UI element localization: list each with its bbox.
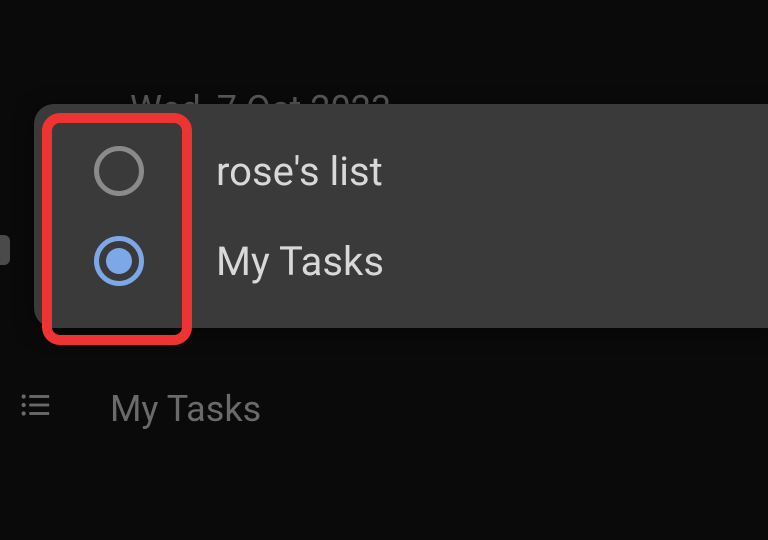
list-selector-menu: rose's list My Tasks (34, 104, 768, 328)
menu-item-my-tasks[interactable]: My Tasks (34, 216, 768, 306)
background-my-tasks-label: My Tasks (110, 388, 261, 430)
radio-icon (94, 236, 144, 286)
menu-item-label: rose's list (216, 148, 383, 195)
menu-item-roses-list[interactable]: rose's list (34, 126, 768, 216)
menu-item-label: My Tasks (216, 238, 384, 285)
list-icon (15, 385, 55, 425)
edge-decoration (0, 235, 10, 265)
radio-icon (94, 146, 144, 196)
